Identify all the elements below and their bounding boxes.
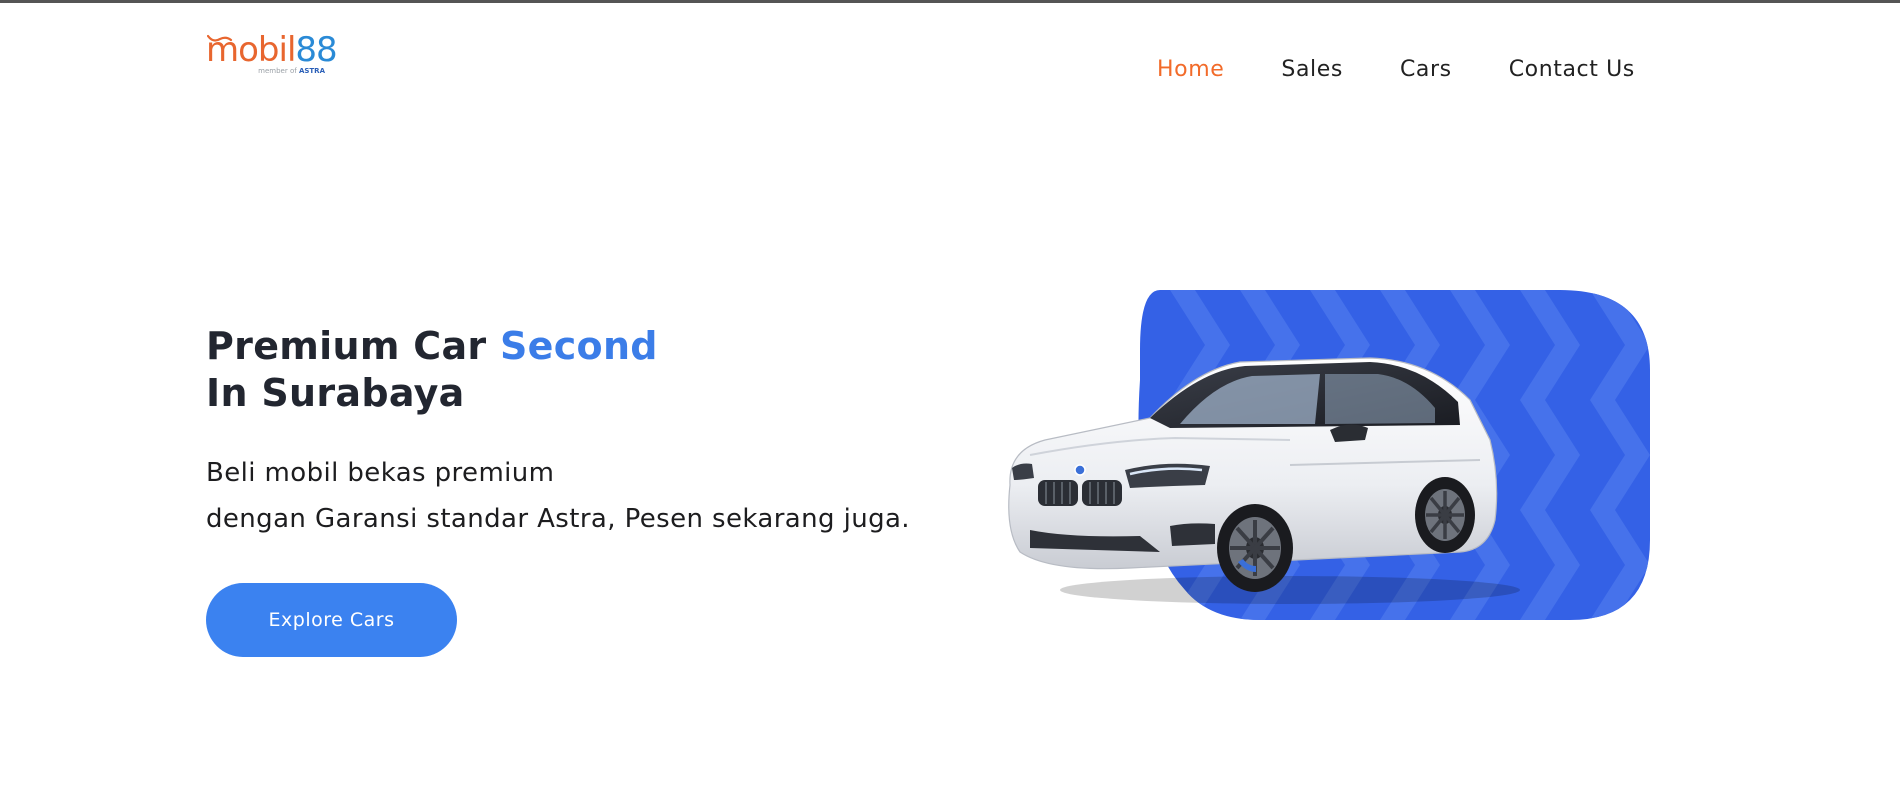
nav-cars[interactable]: Cars xyxy=(1400,54,1452,86)
hero-desc-line1: Beli mobil bekas premium xyxy=(206,458,555,488)
logo-subtitle: member of ASTRA xyxy=(258,67,325,75)
explore-cars-button[interactable]: Explore Cars xyxy=(206,583,457,657)
nav-contact-us[interactable]: Contact Us xyxy=(1509,54,1635,86)
main-nav: Home Sales Cars Contact Us xyxy=(1157,54,1635,86)
hero-car-image xyxy=(1008,290,1650,620)
hero-title-part1: Premium Car xyxy=(206,324,500,368)
hero-title-highlight: Second xyxy=(499,324,658,368)
nav-home[interactable]: Home xyxy=(1157,54,1224,86)
hero-title: Premium Car Second In Surabaya xyxy=(206,323,906,417)
logo-text-88: 88 xyxy=(295,30,337,70)
hero-title-line2: In Surabaya xyxy=(206,371,465,415)
logo-text-mobil: mobil xyxy=(206,30,296,70)
logo-wordmark: mobil88 xyxy=(206,30,338,70)
logo-sub-prefix: member of xyxy=(258,67,297,75)
top-border xyxy=(0,0,1900,3)
hero-desc-line2: dengan Garansi standar Astra, Pesen seka… xyxy=(206,504,910,534)
logo[interactable]: mobil88 member of ASTRA xyxy=(206,30,338,76)
nav-sales[interactable]: Sales xyxy=(1281,54,1343,86)
hero-description: Beli mobil bekas premium dengan Garansi … xyxy=(206,450,966,542)
logo-sub-brand: ASTRA xyxy=(298,67,325,75)
